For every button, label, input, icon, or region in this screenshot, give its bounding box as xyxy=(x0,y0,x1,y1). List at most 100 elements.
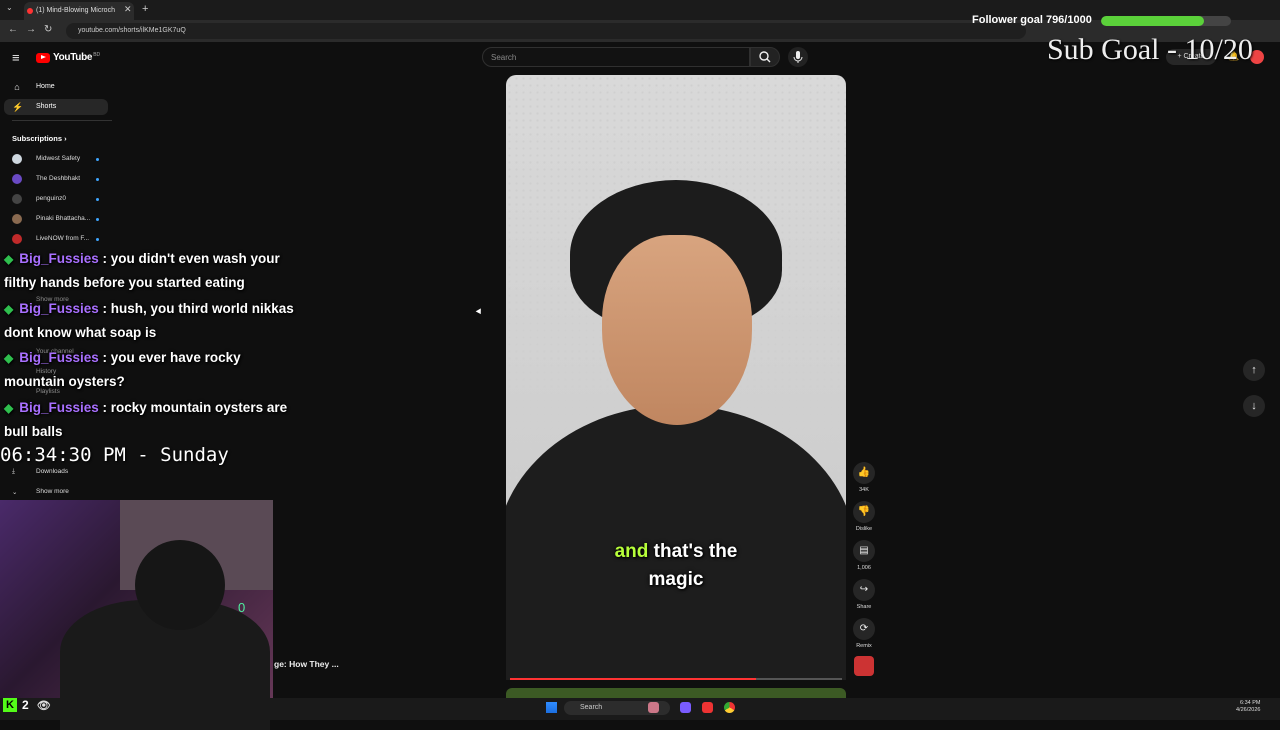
previous-short-arrow-icon[interactable]: ↑ xyxy=(1243,359,1265,381)
kick-logo-icon: K xyxy=(3,698,17,712)
follower-goal-fill xyxy=(1101,16,1205,26)
youtube-play-icon xyxy=(36,52,50,63)
show-more-link-2[interactable]: Show more xyxy=(36,488,69,495)
chat-badge-icon: ◆ xyxy=(4,400,14,415)
new-content-dot xyxy=(96,198,99,201)
next-short-arrow-icon[interactable]: ↓ xyxy=(1243,395,1265,417)
like-count: 34K xyxy=(859,487,869,493)
chat-username: Big_Fussies xyxy=(19,251,99,266)
tab-close-icon[interactable]: ✕ xyxy=(124,4,132,15)
country-code: BD xyxy=(93,51,101,58)
search-input[interactable]: Search xyxy=(482,47,750,67)
subscriptions-heading[interactable]: Subscriptions › xyxy=(12,134,67,143)
subscription-label: Midwest Safety xyxy=(36,155,81,162)
voice-search-button[interactable] xyxy=(788,47,808,67)
channel-avatar xyxy=(12,234,22,244)
sidebar-item-downloads[interactable]: Downloads xyxy=(36,468,68,475)
tab-title: (1) Mind-Blowing Microch xyxy=(36,7,115,14)
system-clock: 6:34 PM 4/26/2026 xyxy=(1236,700,1260,714)
tray-time: 6:34 PM xyxy=(1239,700,1261,706)
reload-icon[interactable]: ↻ xyxy=(44,24,52,35)
thumbs-up-icon: 👍 xyxy=(853,462,875,484)
dislike-label: Dislike xyxy=(855,526,873,532)
caption-line-1: that's the xyxy=(653,541,738,562)
tray-date: 4/26/2026 xyxy=(1236,707,1261,713)
sidebar-item-shorts[interactable]: ⚡ Shorts xyxy=(4,99,108,115)
share-button[interactable]: ↪ Share xyxy=(852,579,876,610)
stream-clock: 06:34:30 PM - Sunday xyxy=(0,444,229,466)
subscription-label: penguinz0 xyxy=(36,195,66,202)
new-content-dot xyxy=(96,158,99,161)
sidebar-item-home[interactable]: ⌂ Home xyxy=(4,79,108,95)
subscription-item[interactable]: The Deshbhakt xyxy=(12,172,108,186)
chat-username: Big_Fussies xyxy=(19,350,99,365)
remix-label: Remix xyxy=(856,643,872,649)
channel-avatar xyxy=(12,194,22,204)
shorts-icon: ⚡ xyxy=(12,102,24,112)
browser-tab[interactable]: (1) Mind-Blowing Microch xyxy=(24,2,134,20)
hamburger-menu-icon[interactable]: ≡ xyxy=(12,50,20,65)
tab-search-chevron-icon[interactable]: ⌄ xyxy=(6,3,13,12)
subscription-label: Pinaki Bhattacha... xyxy=(36,215,91,222)
forward-icon[interactable]: → xyxy=(26,24,36,35)
follower-goal-bar xyxy=(1101,16,1231,26)
new-tab-button[interactable]: + xyxy=(142,3,148,15)
chat-badge-icon: ◆ xyxy=(4,252,14,266)
channel-avatar xyxy=(12,214,22,224)
windows-start-icon[interactable] xyxy=(546,702,557,713)
shorts-video-player[interactable]: and that's the magic xyxy=(506,75,846,680)
new-content-dot xyxy=(96,218,99,221)
person-face xyxy=(602,235,752,425)
chat-badge-icon: ◆ xyxy=(4,301,14,316)
back-icon[interactable]: ← xyxy=(8,24,18,35)
comments-button[interactable]: ▤ 1,006 xyxy=(852,540,876,571)
caption-highlight-word: and xyxy=(614,541,649,562)
video-captions: and that's the magic xyxy=(506,538,846,594)
chevron-down-icon: ⌄ xyxy=(12,489,18,496)
youtube-favicon-icon xyxy=(27,8,33,14)
chat-badge-icon: ◆ xyxy=(4,351,14,365)
streamer-head xyxy=(135,540,225,630)
subscription-item[interactable]: penguinz0 xyxy=(12,192,108,206)
eye-icon: 👁 xyxy=(36,699,51,712)
sound-thumbnail[interactable] xyxy=(854,656,874,676)
chat-message: ◆ Big_Fussies : you didn't even wash your… xyxy=(4,247,304,294)
remix-icon: ⟳ xyxy=(853,618,875,640)
viewer-count: 2 xyxy=(22,698,29,712)
sub-goal-label: Sub Goal - 10/20 xyxy=(1047,33,1253,66)
taskbar-chrome-icon[interactable] xyxy=(724,702,735,713)
mouse-cursor xyxy=(475,308,484,316)
search-button[interactable] xyxy=(750,47,780,67)
youtube-logo[interactable]: YouTube BD xyxy=(36,52,100,63)
short-title-snippet: ge: How They ... xyxy=(274,659,339,669)
sidebar-item-label: Shorts xyxy=(36,103,57,110)
search-icon xyxy=(759,51,771,63)
chat-username: Big_Fussies xyxy=(19,300,99,316)
like-button[interactable]: 👍 34K xyxy=(852,462,876,493)
taskbar-app-icon-2[interactable] xyxy=(702,702,713,713)
thumbs-down-icon: 👎 xyxy=(853,501,875,523)
dislike-button[interactable]: 👎 Dislike xyxy=(852,501,876,532)
download-icon: ⤓ xyxy=(12,468,15,475)
subscription-item[interactable]: Midwest Safety xyxy=(12,152,108,166)
chat-message: ◆ Big_Fussies : you ever have rocky mount… xyxy=(4,346,304,393)
url-field[interactable]: youtube.com/shorts/ilKMe1GK7uQ xyxy=(66,23,1026,39)
remix-button[interactable]: ⟳ Remix xyxy=(852,618,876,649)
comment-icon: ▤ xyxy=(853,540,875,562)
subscription-item[interactable]: LiveNOW from F... xyxy=(12,232,108,246)
subscription-item[interactable]: Pinaki Bhattacha... xyxy=(12,212,108,226)
viewer-counter: K 2 👁 xyxy=(3,698,51,712)
video-progress-bar[interactable] xyxy=(510,678,842,680)
video-progress-fill xyxy=(510,678,756,680)
new-content-dot xyxy=(96,178,99,181)
chat-message: ◆ Big_Fussies : rocky mountain oysters ar… xyxy=(4,396,304,443)
taskbar-discord-icon[interactable] xyxy=(680,702,691,713)
chevron-right-icon: › xyxy=(64,134,67,143)
taskbar-app-icon[interactable] xyxy=(648,702,659,713)
new-content-dot xyxy=(96,238,99,241)
home-icon: ⌂ xyxy=(14,82,20,92)
share-label: Share xyxy=(856,604,872,610)
sidebar-divider xyxy=(12,120,112,121)
follower-goal-label: Follower goal 796/1000 xyxy=(972,14,1092,26)
sidebar-item-label: Home xyxy=(36,83,55,90)
